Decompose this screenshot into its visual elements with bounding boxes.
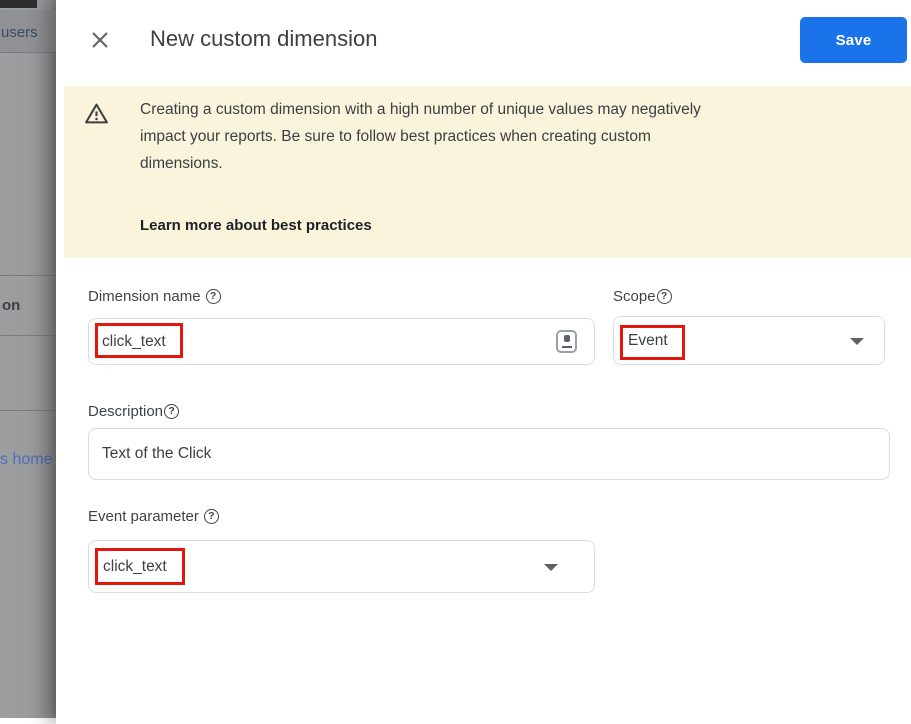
help-icon[interactable]: ? — [205, 289, 221, 304]
warning-triangle-icon — [85, 103, 108, 124]
screen: users on s home New custom dimension Sav… — [0, 0, 911, 724]
warning-banner: Creating a custom dimension with a high … — [64, 86, 911, 258]
close-icon — [92, 32, 108, 48]
annotation-box-dimension-name — [95, 323, 183, 358]
background-divider — [0, 52, 56, 53]
help-icon[interactable]: ? — [203, 509, 219, 524]
annotation-box-scope — [620, 325, 685, 360]
warning-message: Creating a custom dimension with a high … — [140, 96, 840, 177]
event-parameter-label: Event parameter ? — [88, 508, 219, 525]
learn-more-link[interactable]: Learn more about best practices — [140, 217, 372, 234]
input-method-icon[interactable] — [556, 330, 577, 353]
dimmed-background-page: users on s home — [0, 0, 56, 718]
warning-message-line: impact your reports. Be sure to follow b… — [140, 128, 651, 145]
background-divider — [0, 410, 56, 411]
description-label: Description ? — [88, 403, 180, 420]
background-tab-users: users — [0, 10, 56, 52]
warning-message-line: Creating a custom dimension with a high … — [140, 101, 701, 118]
help-icon[interactable]: ? — [164, 404, 180, 419]
browser-corner-bar — [0, 0, 37, 8]
chevron-down-icon — [544, 563, 558, 571]
annotation-box-event-parameter — [95, 548, 185, 585]
scope-label: Scope ? — [613, 288, 672, 305]
background-divider — [0, 275, 56, 276]
save-button[interactable]: Save — [800, 17, 907, 63]
background-partial-text: on — [2, 297, 21, 314]
background-home-link: s home — [0, 451, 53, 468]
close-button[interactable] — [87, 27, 113, 53]
new-custom-dimension-dialog: New custom dimension Save Creating a cus… — [56, 0, 911, 724]
background-tab-users-label: users — [1, 24, 38, 41]
dimension-name-label: Dimension name ? — [88, 288, 221, 305]
description-input[interactable] — [88, 428, 890, 480]
help-icon[interactable]: ? — [656, 289, 672, 304]
chevron-down-icon — [850, 337, 864, 345]
background-divider — [0, 335, 56, 336]
warning-message-line: dimensions. — [140, 155, 223, 172]
page-title: New custom dimension — [150, 26, 378, 51]
